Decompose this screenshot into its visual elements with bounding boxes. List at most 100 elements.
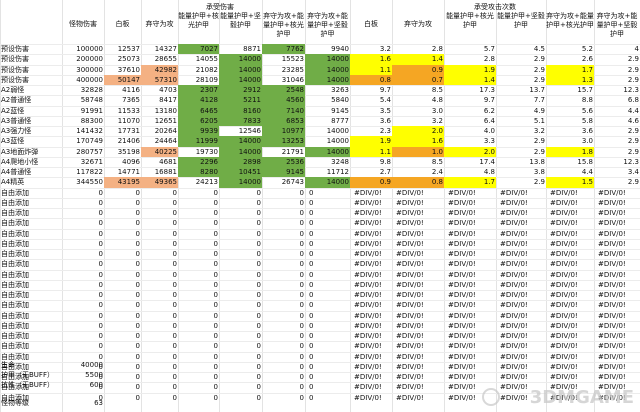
table-cell[interactable]: 6465 xyxy=(178,105,219,116)
table-cell[interactable]: #DIV/0! xyxy=(350,382,392,392)
row-label[interactable]: A2弱怪 xyxy=(0,85,62,95)
table-cell[interactable]: #DIV/0! xyxy=(350,249,392,259)
table-cell[interactable]: #DIV/0! xyxy=(546,208,594,218)
column-header[interactable]: 弃守为攻+能量护甲+核光护甲 xyxy=(546,12,594,42)
table-cell[interactable]: 24464 xyxy=(141,136,178,146)
table-cell[interactable]: 0 xyxy=(62,321,104,331)
table-cell[interactable]: #DIV/0! xyxy=(444,331,496,341)
table-cell[interactable]: 100000 xyxy=(62,44,104,54)
table-cell[interactable]: 0 xyxy=(141,331,178,341)
table-cell[interactable]: 0 xyxy=(178,229,219,239)
table-cell[interactable]: 7365 xyxy=(104,95,141,105)
table-cell[interactable]: 0 xyxy=(178,259,219,269)
table-cell[interactable]: 14000 xyxy=(305,74,350,85)
table-cell[interactable]: #DIV/0! xyxy=(594,249,640,259)
row-label[interactable]: 自由添加 xyxy=(0,341,62,351)
table-cell[interactable]: #DIV/0! xyxy=(594,331,640,341)
table-cell[interactable]: #DIV/0! xyxy=(496,208,546,218)
table-cell[interactable]: 141432 xyxy=(62,126,104,136)
table-cell[interactable]: #DIV/0! xyxy=(496,239,546,249)
table-cell[interactable]: 0 xyxy=(178,331,219,341)
row-label[interactable]: 预设伤害 xyxy=(0,44,62,54)
table-cell[interactable]: #DIV/0! xyxy=(350,188,392,198)
table-cell[interactable]: #DIV/0! xyxy=(496,362,546,372)
table-cell[interactable]: 58748 xyxy=(62,95,104,105)
row-label[interactable]: 自由添加 xyxy=(0,259,62,269)
table-cell[interactable]: 8.5 xyxy=(392,85,444,95)
table-cell[interactable]: 2.7 xyxy=(350,167,392,177)
table-cell[interactable]: 344550 xyxy=(62,177,104,187)
table-cell[interactable]: 1.6 xyxy=(392,136,444,147)
table-cell[interactable]: 9.7 xyxy=(350,85,392,95)
table-cell[interactable]: #DIV/0! xyxy=(496,311,546,321)
table-cell[interactable]: 42982 xyxy=(141,64,178,75)
table-cell[interactable]: 0 xyxy=(141,290,178,300)
table-cell[interactable]: 0 xyxy=(178,290,219,300)
table-cell[interactable]: #DIV/0! xyxy=(546,188,594,198)
table-cell[interactable]: 2.3 xyxy=(350,126,392,136)
table-cell[interactable]: #DIV/0! xyxy=(350,270,392,280)
table-cell[interactable]: 2.9 xyxy=(594,147,640,157)
table-cell[interactable]: 6.8 xyxy=(594,95,640,105)
table-cell[interactable]: 170749 xyxy=(62,136,104,146)
table-cell[interactable]: #DIV/0! xyxy=(392,280,444,290)
table-cell[interactable]: 0 xyxy=(178,311,219,321)
table-cell[interactable]: #DIV/0! xyxy=(392,229,444,239)
table-cell[interactable]: 13.7 xyxy=(496,85,546,95)
table-cell[interactable]: 3.6 xyxy=(546,126,594,136)
table-cell[interactable]: 0 xyxy=(262,208,305,218)
table-cell[interactable]: 2.9 xyxy=(594,65,640,75)
table-cell[interactable]: #DIV/0! xyxy=(350,372,392,382)
row-label[interactable]: 自由添加 xyxy=(0,239,62,249)
table-cell[interactable]: 14055 xyxy=(178,54,219,64)
table-cell[interactable]: 0 xyxy=(178,249,219,259)
table-cell[interactable]: 0 xyxy=(305,300,350,310)
table-cell[interactable]: #DIV/0! xyxy=(496,321,546,331)
table-cell[interactable]: 2.9 xyxy=(496,75,546,85)
table-cell[interactable]: 19730 xyxy=(178,147,219,157)
table-cell[interactable]: 0 xyxy=(219,259,262,269)
table-cell[interactable]: 2.6 xyxy=(546,54,594,64)
table-cell[interactable]: 0 xyxy=(141,341,178,351)
table-cell[interactable]: 1.7 xyxy=(444,177,496,188)
table-cell[interactable]: 0 xyxy=(141,188,178,198)
table-cell[interactable]: 21791 xyxy=(262,147,305,157)
table-cell[interactable]: #DIV/0! xyxy=(546,311,594,321)
table-cell[interactable]: 17.3 xyxy=(444,85,496,95)
table-cell[interactable]: #DIV/0! xyxy=(444,198,496,208)
table-cell[interactable]: #DIV/0! xyxy=(392,372,444,382)
table-cell[interactable]: #DIV/0! xyxy=(392,249,444,259)
table-cell[interactable]: 0 xyxy=(305,290,350,300)
table-cell[interactable]: 43195 xyxy=(104,177,141,188)
table-cell[interactable]: #DIV/0! xyxy=(392,393,444,403)
table-cell[interactable]: 2.9 xyxy=(496,54,546,64)
table-cell[interactable]: 14000 xyxy=(305,64,350,75)
table-cell[interactable]: 0 xyxy=(178,188,219,198)
table-cell[interactable]: 2.9 xyxy=(594,126,640,136)
table-cell[interactable]: 0 xyxy=(262,229,305,239)
stat-value[interactable]: 63 xyxy=(62,398,104,408)
table-cell[interactable]: #DIV/0! xyxy=(444,280,496,290)
table-cell[interactable]: 0 xyxy=(219,239,262,249)
table-cell[interactable]: #DIV/0! xyxy=(392,341,444,351)
table-cell[interactable]: #DIV/0! xyxy=(444,290,496,300)
table-cell[interactable]: 0 xyxy=(305,270,350,280)
table-cell[interactable]: #DIV/0! xyxy=(496,229,546,239)
table-cell[interactable]: 8280 xyxy=(178,167,219,178)
table-cell[interactable]: 2.8 xyxy=(444,54,496,64)
table-cell[interactable]: 2307 xyxy=(178,85,219,96)
table-cell[interactable]: 0 xyxy=(141,270,178,280)
table-cell[interactable]: 4.4 xyxy=(546,167,594,177)
table-cell[interactable]: #DIV/0! xyxy=(594,372,640,382)
table-cell[interactable]: 0 xyxy=(219,393,262,403)
table-cell[interactable]: 3.0 xyxy=(546,136,594,146)
table-cell[interactable]: 0 xyxy=(305,218,350,228)
table-cell[interactable]: 10451 xyxy=(219,167,262,178)
table-cell[interactable]: 2.9 xyxy=(496,136,546,146)
table-cell[interactable]: #DIV/0! xyxy=(350,352,392,362)
table-cell[interactable]: 1.0 xyxy=(392,146,444,157)
table-cell[interactable]: 11999 xyxy=(178,136,219,147)
table-cell[interactable]: #DIV/0! xyxy=(594,218,640,228)
table-cell[interactable]: 0.8 xyxy=(350,74,392,85)
table-cell[interactable]: #DIV/0! xyxy=(350,208,392,218)
